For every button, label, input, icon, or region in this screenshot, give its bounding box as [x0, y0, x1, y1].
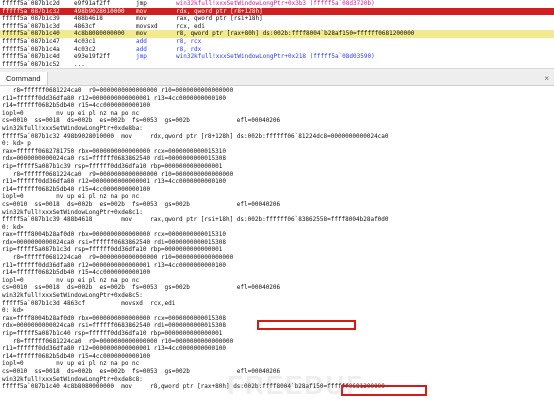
- disasm-row[interactable]: fffff5a`087b1c3d 4863cf movsxd rcx, edi: [0, 23, 554, 31]
- disasm-address: fffff5a`087b1c4a: [2, 45, 60, 53]
- disasm-bytes: e93e19f2ff: [74, 53, 111, 61]
- disassembly-pane[interactable]: fffff5a`087b1c2d e9f91af2ff jmp win32kfull!…: [0, 0, 554, 68]
- output-line: win32kfull!xxxSetWindowLongPtr+0xde8ba:: [2, 124, 143, 132]
- output-line: rip=fffff5a087b1c3d rsp=ffffff0dd36dfa10…: [2, 246, 223, 254]
- disasm-mnemonic: movsxd: [136, 22, 158, 30]
- disasm-mnemonic: jmp: [136, 0, 147, 7]
- output-line: cs=0010 ss=0018 ds=002b es=002b fs=0053 …: [2, 200, 281, 208]
- disasm-mnemonic: mov: [136, 15, 147, 23]
- disasm-row[interactable]: fffff5a`087b1c4d e93e19f2ff jmp win32kfull!…: [0, 53, 554, 61]
- disasm-operands: r8, rdx: [176, 45, 202, 53]
- tab-command[interactable]: Command: [0, 72, 48, 85]
- output-line: fffff5a`087b1c32 498b9028010000 mov rdx,…: [2, 132, 389, 140]
- output-line: r14=ffffff0682b5db40 r15=4cc000000000010…: [2, 102, 151, 110]
- disasm-address: fffff5a`087b1c40: [2, 30, 60, 38]
- output-line: r11=ffffff0dd36dfa80 r12=000000000000000…: [2, 178, 226, 186]
- disasm-address: fffff5a`087b1c2d: [2, 0, 60, 7]
- output-line: 0: kd>: [2, 223, 24, 231]
- disasm-bytes: 4863cf: [74, 22, 96, 30]
- output-line: 0: kd> p: [2, 140, 31, 148]
- disasm-operands: win32kfull!xxxSetWindowLongPtr+0x3b3 (ff…: [176, 0, 375, 7]
- disasm-row[interactable]: fffff5a`087b1c32 498b9028010000 mov rdx, qw…: [0, 7, 554, 16]
- output-line: rip=fffff5a087b1c40 rsp=ffffff0dd36dfa10…: [2, 330, 223, 337]
- disasm-address: fffff5a`087b1c39: [2, 15, 60, 23]
- disasm-mnemonic: mov: [136, 30, 147, 38]
- close-icon[interactable]: ×: [544, 72, 549, 85]
- output-line: r11=ffffff0dd36dfa80 r12=000000000000000…: [2, 345, 226, 353]
- disasm-bytes: e9f91af2ff: [74, 0, 111, 7]
- command-output[interactable]: r8=ffffff0681224ca0 r9=0000000000000000 …: [0, 87, 554, 408]
- output-line: iopl=0 nv up ei pl nz na po nc: [2, 360, 140, 368]
- disasm-bytes: 498b9028010000: [74, 7, 125, 15]
- output-line: iopl=0 nv up ei pl nz na po nc: [2, 276, 140, 284]
- disasm-operands: r8, rcx: [176, 37, 202, 45]
- disasm-address: fffff5a`087b1c47: [2, 37, 60, 45]
- disasm-bytes: 4c03c2: [74, 45, 96, 53]
- disasm-row[interactable]: fffff5a`087b1c47 4c03c1 add r8, rcx: [0, 38, 554, 46]
- output-line: fffff5a`087b1c39 488b4618 mov rax,qword …: [2, 216, 389, 224]
- output-line: rip=fffff5a087b1c39 rsp=ffffff0dd36dfa10…: [2, 162, 223, 170]
- disasm-address: fffff5a`087b1c3d: [2, 22, 60, 30]
- output-line: iopl=0 nv up ei pl nz na po nc: [2, 193, 140, 201]
- command-titlebar: Command ×: [0, 72, 554, 86]
- disasm-address: fffff5a`087b1c32: [2, 7, 60, 15]
- output-line: iopl=0 nv up ei pl nz na po nc: [2, 109, 140, 117]
- output-line: rax=ffffff0682781750 rbx=000000000000000…: [2, 147, 226, 155]
- output-line: cs=0010 ss=0018 ds=002b es=002b fs=0053 …: [2, 117, 281, 125]
- output-line: cs=0010 ss=0018 ds=002b es=002b fs=0053 …: [2, 284, 281, 292]
- disasm-operands: rdx, qword ptr [r8+128h]: [176, 7, 263, 15]
- disasm-row[interactable]: fffff5a`087b1c39 488b4618 mov rax, qword pt…: [0, 15, 554, 23]
- output-line: rdx=0000000000024ca0 rsi=ffffff068386254…: [2, 238, 226, 246]
- watermark: FREEBUF: [227, 370, 364, 401]
- output-line: r8=ffffff0681224ca0 r9=0000000000000000 …: [2, 170, 234, 178]
- disasm-mnemonic: add: [136, 37, 147, 45]
- output-line: 0: kd>: [2, 307, 24, 315]
- disasm-operands: r8, qword ptr [rax+80h] ds:002b:ffff8004…: [176, 30, 415, 38]
- output-line: r8=ffffff0681224ca0 r9=0000000000000000 …: [2, 254, 234, 262]
- disasm-address: fffff5a`087b1c4d: [2, 53, 60, 61]
- output-line: win32kfull!xxxSetWindowLongPtr+0xde8c1:: [2, 208, 143, 216]
- disasm-operands: win32kfull!xxxSetWindowLongPtr+0x218 (ff…: [176, 53, 375, 61]
- output-line: r8=ffffff0681224ca0 r9=0000000000000000 …: [2, 337, 234, 345]
- disasm-mnemonic: jmp: [136, 53, 147, 61]
- output-line: r14=ffffff0682b5db40 r15=4cc000000000010…: [2, 269, 151, 277]
- disasm-bytes: 4c03c1: [74, 37, 96, 45]
- disasm-mnemonic: mov: [136, 7, 147, 15]
- disasm-operands: rcx, edi: [176, 22, 205, 30]
- disasm-bytes: 488b4618: [74, 15, 103, 23]
- output-line: r11=ffffff0dd36dfa80 r12=000000000000000…: [2, 261, 226, 269]
- disasm-operands: rax, qword ptr [rsi+18h]: [176, 15, 263, 23]
- output-line: r8=ffffff0681224ca0 r9=0000000000000000 …: [2, 87, 234, 94]
- disasm-row[interactable]: fffff5a`087b1c4a 4c03c2 add r8, rdx: [0, 46, 554, 54]
- output-line: win32kfull!xxxSetWindowLongPtr+0xde8c5:: [2, 292, 143, 300]
- disasm-mnemonic: add: [136, 45, 147, 53]
- output-line: r14=ffffff0682b5db40 r15=4cc000000000010…: [2, 185, 151, 193]
- output-line: r11=ffffff0dd36dfa80 r12=000000000000000…: [2, 94, 226, 102]
- disasm-row[interactable]: fffff5a`087b1c40 4c8b8080000000 mov r8, qwo…: [0, 30, 554, 38]
- disasm-bytes: 4c8b8080000000: [74, 30, 125, 38]
- output-line: fffff5a`087b1c3d 4863cf movsxd rcx,edi: [2, 299, 176, 307]
- output-line: rax=ffff8004b28af0d0 rbx=000000000000000…: [2, 231, 226, 239]
- output-line: r14=ffffff0682b5db40 r15=4cc000000000010…: [2, 352, 151, 360]
- disasm-row[interactable]: fffff5a`087b1c2d e9f91af2ff jmp win32kfull!…: [0, 0, 554, 8]
- highlight-box-rcx: [257, 320, 356, 330]
- output-line: rdx=0000000000024ca0 rsi=ffffff068386254…: [2, 155, 226, 163]
